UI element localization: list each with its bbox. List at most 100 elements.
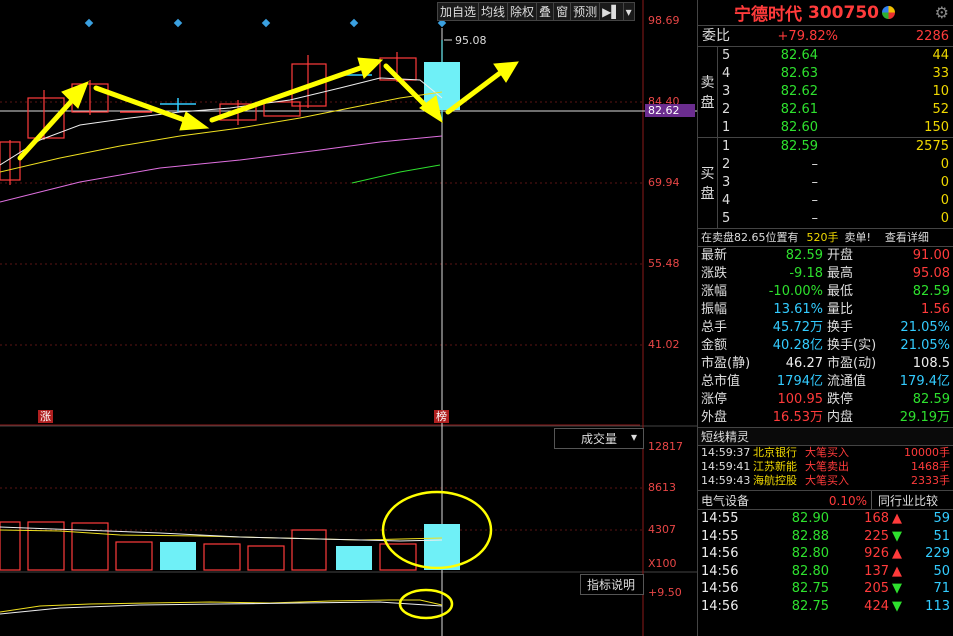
tick-price: 82.88 <box>791 528 829 544</box>
volume-ma-line-2 <box>0 526 443 542</box>
alert-quantity: 10000手 <box>904 446 950 459</box>
buy-level-row[interactable]: 4 – 0 <box>718 192 953 210</box>
sell-level-row[interactable]: 4 82.63 33 <box>718 65 953 83</box>
info-diamond-marker[interactable] <box>84 18 94 28</box>
volume-bar[interactable] <box>0 521 21 571</box>
pie-chart-icon[interactable] <box>881 6 895 19</box>
volume-indicator-select[interactable]: 成交量 ▾ <box>554 428 644 449</box>
alert-row[interactable]: 14:59:41 江苏新能 大笔卖出 1468手 <box>698 460 953 474</box>
volume-bar[interactable] <box>160 542 196 570</box>
stat-row: 总手 45.72万 换手 21.05% <box>698 319 953 337</box>
level-num: 4 <box>722 193 731 208</box>
stat-label: 流通值 <box>827 374 867 389</box>
alert-stock[interactable]: 海航控股 <box>753 474 805 488</box>
buy-level-row[interactable]: 2 – 0 <box>718 156 953 174</box>
window-button[interactable]: 窗 <box>554 3 572 20</box>
stat-label: 振幅 <box>701 302 728 317</box>
stat-value: 21.05% <box>900 338 950 353</box>
sell-side-char: 盘 <box>700 95 715 111</box>
sell-level-row[interactable]: 2 82.61 52 <box>718 101 953 119</box>
alert-time: 14:59:41 <box>701 460 751 473</box>
stat-value: 100.95 <box>777 392 824 407</box>
gear-icon[interactable]: ⚙ <box>935 3 949 22</box>
annotation-arrow <box>209 63 369 123</box>
tick-count: 50 <box>933 563 950 579</box>
alert-stock[interactable]: 江苏新能 <box>753 460 805 474</box>
volume-bar[interactable] <box>203 543 241 571</box>
volume-ma-line <box>0 529 443 541</box>
sell-order-book: 卖 盘 5 82.64 44 4 82.63 33 3 82.62 10 2 82.61 52 … <box>698 47 953 138</box>
alert-row[interactable]: 14:59:37 北京银行 大笔买入 10000手 <box>698 446 953 460</box>
sell-level-row[interactable]: 5 82.64 44 <box>718 47 953 65</box>
annotation-arrowhead <box>179 111 210 131</box>
level-price: 82.63 <box>780 66 818 81</box>
volume-bar[interactable] <box>291 529 327 571</box>
volume-bar[interactable] <box>336 546 372 570</box>
stock-title-bar: 宁德时代 300750 ⚙ <box>698 0 953 26</box>
alert-row[interactable]: 14:59:43 海航控股 大笔买入 2333手 <box>698 474 953 488</box>
triangle-down-icon[interactable]: ▾ <box>624 3 634 20</box>
moving-average-button[interactable]: 均线 <box>479 3 509 20</box>
volume-bar[interactable] <box>247 545 285 571</box>
buy-level-row[interactable]: 3 – 0 <box>718 174 953 192</box>
industry-name[interactable]: 电气设备 <box>701 491 801 509</box>
candle[interactable] <box>263 101 301 117</box>
level-price: – <box>811 211 819 226</box>
kline-chart-svg[interactable] <box>0 0 697 636</box>
chevron-down-icon: ▾ <box>630 430 637 444</box>
tick-time: 14:56 <box>701 598 739 614</box>
arrow-down-icon: ▼ <box>892 528 902 544</box>
buy-side-char: 盘 <box>700 186 715 202</box>
tick-row: 14:56 82.80 926 ▲ 229 <box>698 545 953 563</box>
play-menu-icon[interactable]: ▶▌ <box>600 3 624 20</box>
info-diamond-marker[interactable] <box>261 18 271 28</box>
level-volume: 10 <box>932 84 949 99</box>
buy-level-row[interactable]: 1 82.59 2575 <box>718 138 953 156</box>
view-details-link[interactable]: 查看详细 <box>885 229 929 246</box>
notice-volume: 520手 <box>806 231 839 244</box>
stat-value: 45.72万 <box>772 320 823 335</box>
indicator-help-button[interactable]: 指标说明 <box>580 574 644 595</box>
ma20-line <box>0 135 443 203</box>
price-axis-label: 55.48 <box>648 257 680 270</box>
stat-value: -9.18 <box>789 266 823 281</box>
add-watchlist-button[interactable]: 加自选 <box>438 3 480 20</box>
stat-label: 开盘 <box>827 248 854 263</box>
industry-row: 电气设备 0.10% 同行业比较 <box>698 490 953 510</box>
order-ratio-row: 委比 +79.82% 2286 <box>698 26 953 47</box>
tick-volume: 137 <box>864 563 889 579</box>
overlay-button[interactable]: 叠 <box>537 3 555 20</box>
level-volume: 33 <box>932 66 949 81</box>
info-diamond-marker[interactable] <box>173 18 183 28</box>
info-diamond-marker[interactable] <box>349 18 359 28</box>
level-price: – <box>811 175 819 190</box>
buy-side-label: 买 盘 <box>698 138 718 228</box>
buy-level-row[interactable]: 5 – 0 <box>718 210 953 228</box>
notice-text: 在卖盘82.65位置有 <box>701 231 799 244</box>
sell-level-row[interactable]: 3 82.62 10 <box>718 83 953 101</box>
forecast-button[interactable]: 预测 <box>571 3 601 20</box>
stat-row: 外盘 16.53万 内盘 29.19万 <box>698 409 953 427</box>
tick-count: 59 <box>933 511 950 526</box>
stat-value: 82.59 <box>912 392 950 407</box>
industry-compare-button[interactable]: 同行业比较 <box>871 491 953 509</box>
order-ratio-percent: +79.82% <box>777 29 838 44</box>
ex-rights-button[interactable]: 除权 <box>508 3 538 20</box>
chart-toolbar: 加自选 均线 除权 叠 窗 预测 ▶▌ ▾ <box>437 2 635 21</box>
volume-bar[interactable] <box>115 541 153 571</box>
alert-stock[interactable]: 北京银行 <box>753 446 805 460</box>
stat-label: 市盈(动) <box>827 356 877 371</box>
tick-price: 82.75 <box>791 598 829 614</box>
sell-level-row[interactable]: 1 82.60 150 <box>718 119 953 137</box>
tick-row: 14:56 82.75 424 ▼ 113 <box>698 598 953 616</box>
kline-chart-area[interactable]: 加自选 均线 除权 叠 窗 预测 ▶▌ ▾ 98.69 84.40 82.62 … <box>0 0 697 636</box>
stat-row: 涨幅 -10.00% 最低 82.59 <box>698 283 953 301</box>
indicator-axis-label: +9.50 <box>648 586 682 599</box>
level-price: 82.62 <box>780 84 818 99</box>
short-term-alert-title[interactable]: 短线精灵 <box>698 427 953 446</box>
level-volume: 0 <box>940 157 949 172</box>
level-num: 3 <box>722 84 731 99</box>
volume-bar-last[interactable] <box>424 524 460 570</box>
quote-stats: 最新 82.59 开盘 91.00 涨跌 -9.18 最高 95.08 涨幅 -10.00% 最低 8… <box>698 247 953 427</box>
level-price: – <box>811 157 819 172</box>
